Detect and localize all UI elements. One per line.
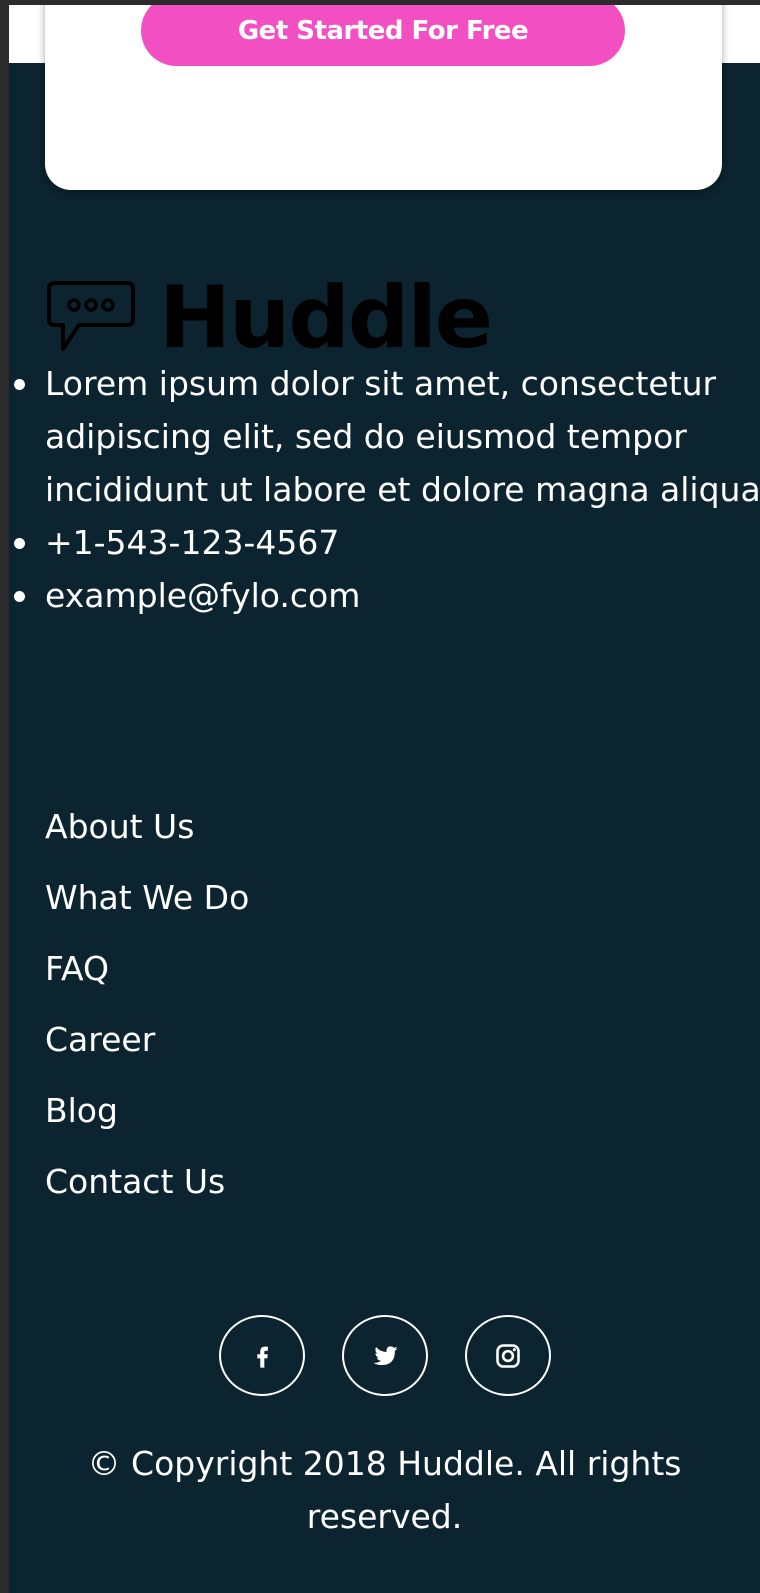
twitter-button[interactable] bbox=[341, 1315, 428, 1396]
copyright-line-2: reserved. bbox=[306, 1497, 463, 1536]
facebook-button[interactable] bbox=[218, 1315, 305, 1396]
contact-email[interactable]: example@fylo.com bbox=[14, 569, 760, 622]
facebook-icon bbox=[256, 1346, 268, 1368]
nav-link-contact-us[interactable]: Contact Us bbox=[45, 1146, 249, 1217]
nav-link-career[interactable]: Career bbox=[45, 1004, 249, 1075]
copyright-line-1: © Copyright 2018 Huddle. All rights bbox=[87, 1444, 682, 1483]
get-started-button[interactable]: Get Started For Free bbox=[141, 5, 625, 66]
instagram-button[interactable] bbox=[464, 1315, 551, 1396]
cta-card: Get Started For Free bbox=[45, 5, 722, 190]
social-links bbox=[9, 1315, 760, 1396]
nav-link-faq[interactable]: FAQ bbox=[45, 933, 249, 1004]
nav-link-what-we-do[interactable]: What We Do bbox=[45, 862, 249, 933]
contact-phone[interactable]: +1-543-123-4567 bbox=[14, 516, 760, 569]
footer-logo[interactable]: Huddle bbox=[45, 268, 493, 368]
instagram-icon bbox=[495, 1343, 520, 1368]
contact-description: Lorem ipsum dolor sit amet, consectetur … bbox=[14, 357, 760, 516]
footer-nav: About Us What We Do FAQ Career Blog Cont… bbox=[45, 791, 249, 1217]
twitter-icon bbox=[373, 1345, 398, 1365]
logo-text: Huddle bbox=[159, 268, 493, 368]
chat-bubble-icon bbox=[47, 281, 135, 351]
nav-link-blog[interactable]: Blog bbox=[45, 1075, 249, 1146]
nav-link-about-us[interactable]: About Us bbox=[45, 791, 249, 862]
copyright: © Copyright 2018 Huddle. All rights rese… bbox=[9, 1437, 760, 1543]
contact-list: Lorem ipsum dolor sit amet, consectetur … bbox=[9, 357, 760, 622]
page: Get Started For Free Huddle Lorem ipsum … bbox=[9, 5, 760, 1593]
